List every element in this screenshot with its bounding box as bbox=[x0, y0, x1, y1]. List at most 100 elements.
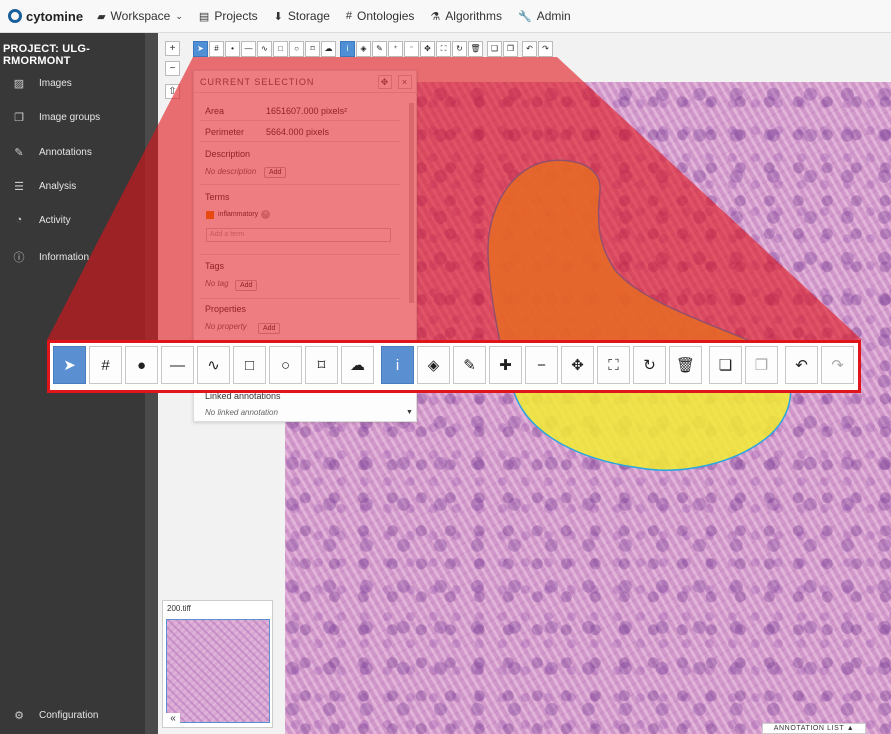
add-tag-button[interactable]: Add bbox=[235, 280, 258, 291]
point-tool-icon[interactable]: ● bbox=[125, 346, 158, 384]
freehand-line-icon[interactable]: ∿ bbox=[197, 346, 230, 384]
add-property-button[interactable]: Add bbox=[258, 323, 281, 334]
panel-scrollbar[interactable] bbox=[409, 103, 414, 303]
overview-image[interactable] bbox=[166, 619, 270, 723]
top-navbar: cytomine ▰ Workspace ⌄ ▤ Projects ⬇ Stor… bbox=[0, 0, 891, 33]
zoom-out-button[interactable]: − bbox=[165, 61, 180, 76]
freehand-polygon-icon[interactable]: ☁ bbox=[341, 346, 374, 384]
sidebar-item-information[interactable]: ⓘ Information bbox=[0, 249, 145, 265]
edit-tool-icon[interactable]: ✎ bbox=[453, 346, 486, 384]
image-filename: 200.tiff bbox=[167, 604, 191, 613]
draw-toolbar: ➤ # ● — ∿ □ ○ ⌑ ☁ i ◈ ✎ ✚ − ✥ ⛶ ↻ 🗑 ❏ ❐ … bbox=[53, 346, 857, 386]
copy-icon[interactable]: ❏ bbox=[487, 41, 502, 57]
sidebar-item-label: Image groups bbox=[39, 112, 101, 123]
redo-icon[interactable]: ↷ bbox=[821, 346, 854, 384]
select-tool-icon[interactable]: ➤ bbox=[53, 346, 86, 384]
nav-admin-label: Admin bbox=[536, 9, 571, 23]
hashtag-tool-icon[interactable]: # bbox=[209, 41, 224, 57]
rectangle-tool-icon[interactable]: □ bbox=[233, 346, 266, 384]
panel-header: CURRENT SELECTION ✥ × bbox=[194, 71, 416, 93]
delete-tool-icon[interactable]: 🗑 bbox=[468, 41, 483, 57]
circle-tool-icon[interactable]: ○ bbox=[269, 346, 302, 384]
hashtag-tool-icon[interactable]: # bbox=[89, 346, 122, 384]
add-description-button[interactable]: Add bbox=[264, 167, 287, 178]
sidebar-item-image-groups[interactable]: ❐ Image groups bbox=[0, 111, 145, 124]
move-tool-icon[interactable]: ✥ bbox=[561, 346, 594, 384]
resize-tool-icon[interactable]: ⛶ bbox=[436, 41, 451, 57]
point-tool-icon[interactable]: • bbox=[225, 41, 240, 57]
remove-term-icon[interactable]: × bbox=[261, 210, 271, 219]
freehand-line-icon[interactable]: ∿ bbox=[257, 41, 272, 57]
move-panel-icon[interactable]: ✥ bbox=[378, 75, 392, 89]
undo-icon[interactable]: ↶ bbox=[785, 346, 818, 384]
rectangle-tool-icon[interactable]: □ bbox=[273, 41, 288, 57]
sidebar-item-analysis[interactable]: ☰ Analysis bbox=[0, 180, 145, 193]
chevron-down-icon[interactable]: ▼ bbox=[406, 409, 413, 416]
copy-icon[interactable]: ❏ bbox=[709, 346, 742, 384]
sidebar-item-images[interactable]: ▨ Images bbox=[0, 77, 145, 90]
zoom-in-button[interactable]: + bbox=[165, 41, 180, 56]
nav-algorithms[interactable]: ⚗ Algorithms bbox=[430, 9, 502, 23]
move-tool-icon[interactable]: ✥ bbox=[420, 41, 435, 57]
nav-workspace[interactable]: ▰ Workspace ⌄ bbox=[97, 9, 183, 23]
select-tool-icon[interactable]: ➤ bbox=[193, 41, 208, 57]
properties-empty: No property bbox=[205, 322, 247, 331]
line-tool-icon[interactable]: — bbox=[241, 41, 256, 57]
activity-icon: ◔ bbox=[15, 214, 23, 226]
undo-icon[interactable]: ↶ bbox=[522, 41, 537, 57]
rotate-tool-icon[interactable]: ↻ bbox=[452, 41, 467, 57]
nav-ontologies[interactable]: # Ontologies bbox=[346, 9, 415, 23]
rotate-tool-icon[interactable]: ↻ bbox=[633, 346, 666, 384]
correct-remove-icon[interactable]: ⁻ bbox=[404, 41, 419, 57]
brand-logo[interactable]: cytomine bbox=[8, 9, 83, 24]
nav-ontologies-label: Ontologies bbox=[357, 9, 415, 23]
fill-tool-icon[interactable]: ◈ bbox=[417, 346, 450, 384]
fill-tool-icon[interactable]: ◈ bbox=[356, 41, 371, 57]
rotate-icon[interactable]: ⇧ bbox=[165, 84, 180, 99]
hashtag-icon: # bbox=[345, 10, 353, 22]
sidebar-item-activity[interactable]: ◔ Activity bbox=[0, 214, 145, 226]
sidebar-item-label: Images bbox=[39, 78, 72, 89]
delete-tool-icon[interactable]: 🗑 bbox=[669, 346, 702, 384]
tags-empty: No tag bbox=[205, 279, 229, 288]
term-name: inflammatory bbox=[218, 211, 259, 218]
info-tool-icon[interactable]: i bbox=[340, 41, 355, 57]
edit-tool-icon[interactable]: ✎ bbox=[372, 41, 387, 57]
add-term-input[interactable]: Add a term bbox=[206, 228, 391, 242]
sidebar-item-configuration[interactable]: ⚙ Configuration bbox=[0, 709, 145, 722]
correct-add-icon[interactable]: ✚ bbox=[489, 346, 522, 384]
perimeter-value: 5664.000 pixels bbox=[266, 127, 330, 137]
paste-icon[interactable]: ❐ bbox=[503, 41, 518, 57]
gears-icon: ⚙ bbox=[14, 710, 24, 722]
nav-projects-label: Projects bbox=[214, 9, 258, 23]
annotation-list-toggle[interactable]: ANNOTATION LIST ▲ bbox=[762, 723, 866, 734]
nav-projects[interactable]: ▤ Projects bbox=[199, 9, 258, 23]
annotations-icon: ✎ bbox=[14, 147, 24, 159]
line-tool-icon[interactable]: — bbox=[161, 346, 194, 384]
collapse-overview-icon[interactable]: « bbox=[166, 713, 180, 726]
mini-draw-toolbar: ➤ # • — ∿ □ ○ ⌑ ☁ i ◈ ✎ ⁺ ⁻ ✥ ⛶ ↻ 🗑 ❏ ❐ … bbox=[193, 41, 554, 57]
polygon-tool-icon[interactable]: ⌑ bbox=[305, 346, 338, 384]
perimeter-label: Perimeter bbox=[205, 127, 245, 137]
chevron-down-icon: ⌄ bbox=[175, 10, 183, 21]
overview-map[interactable]: 200.tiff « bbox=[162, 600, 273, 728]
polygon-tool-icon[interactable]: ⌑ bbox=[305, 41, 320, 57]
brand-name: cytomine bbox=[26, 8, 84, 24]
sidebar-item-annotations[interactable]: ✎ Annotations bbox=[0, 146, 145, 159]
freehand-polygon-icon[interactable]: ☁ bbox=[321, 41, 336, 57]
flask-icon: ⚗ bbox=[430, 10, 441, 23]
correct-add-icon[interactable]: ⁺ bbox=[388, 41, 403, 57]
redo-icon[interactable]: ↷ bbox=[538, 41, 553, 57]
term-tag[interactable]: inflammatory × bbox=[206, 210, 271, 219]
nav-storage[interactable]: ⬇ Storage bbox=[274, 9, 330, 23]
tags-label: Tags bbox=[205, 261, 225, 271]
sidebar-item-label: Analysis bbox=[39, 181, 77, 192]
info-tool-icon[interactable]: i bbox=[381, 346, 414, 384]
paste-icon[interactable]: ❐ bbox=[745, 346, 778, 384]
nav-admin[interactable]: 🔧 Admin bbox=[518, 9, 571, 23]
resize-tool-icon[interactable]: ⛶ bbox=[597, 346, 630, 384]
close-icon[interactable]: × bbox=[398, 75, 412, 89]
correct-remove-icon[interactable]: − bbox=[525, 346, 558, 384]
analysis-icon: ☰ bbox=[14, 181, 24, 193]
circle-tool-icon[interactable]: ○ bbox=[289, 41, 304, 57]
